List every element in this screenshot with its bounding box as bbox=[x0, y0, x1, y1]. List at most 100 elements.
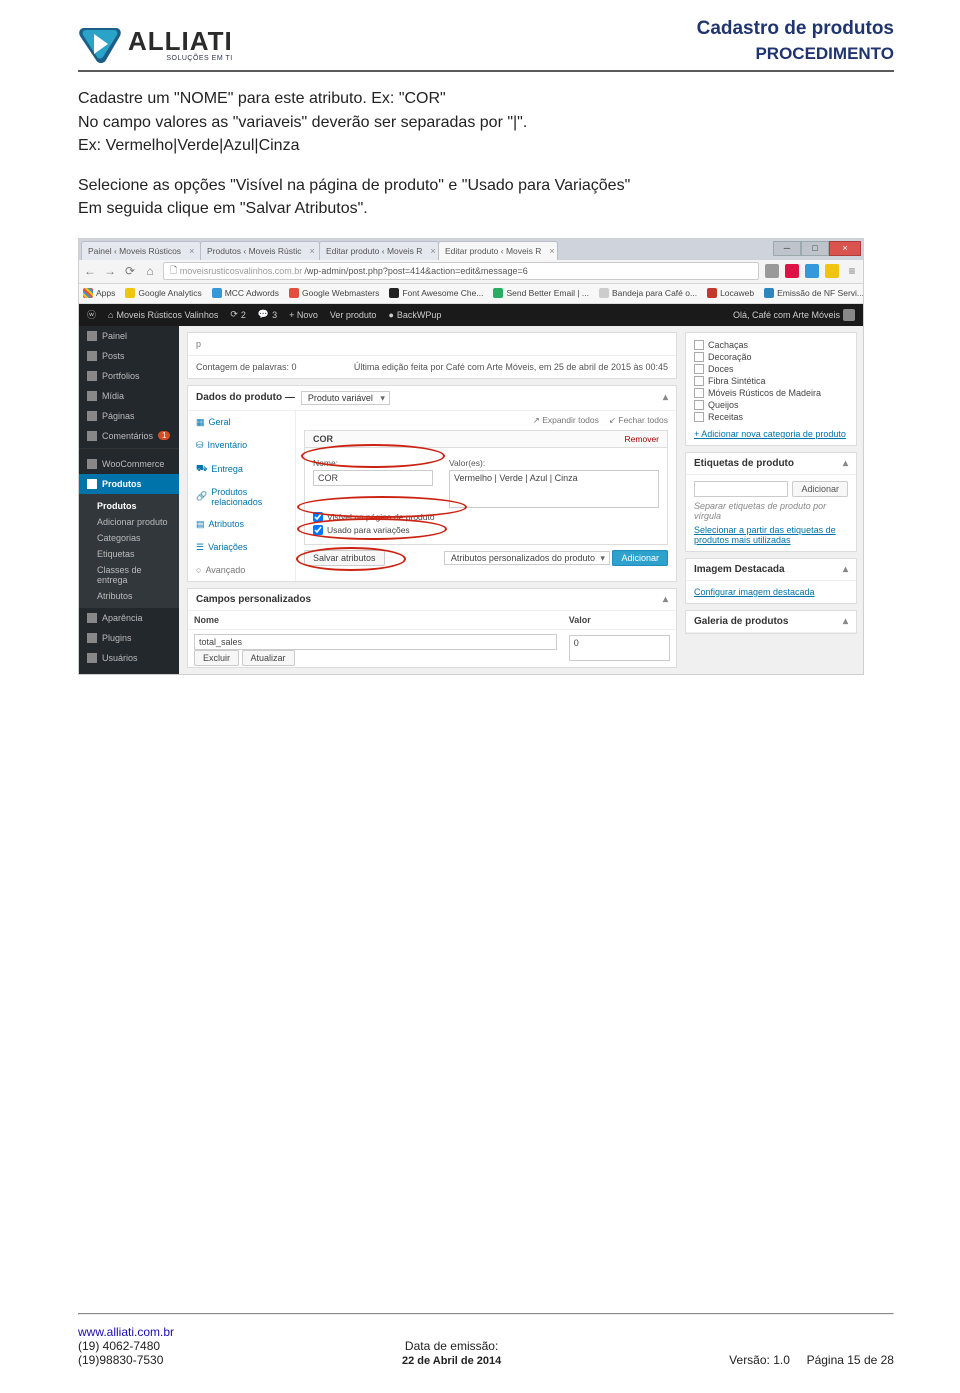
cat-item[interactable]: Receitas bbox=[694, 411, 848, 423]
cb-visible[interactable] bbox=[313, 512, 323, 522]
tab-entrega[interactable]: ⛟ Entrega bbox=[188, 457, 295, 481]
last-edit: Última edição feita por Café com Arte Mó… bbox=[354, 362, 668, 372]
star-icon[interactable] bbox=[825, 264, 839, 278]
window-minimize-icon[interactable]: ─ bbox=[773, 241, 801, 256]
add-attribute-button[interactable]: Adicionar bbox=[612, 550, 668, 566]
attr-values-input[interactable]: Vermelho | Verde | Azul | Cinza bbox=[449, 470, 659, 508]
sidebar-item-produtos[interactable]: Produtos bbox=[79, 474, 179, 494]
footer-site-link[interactable]: www.alliati.com.br bbox=[78, 1325, 174, 1339]
wp-site-link[interactable]: ⌂ Moveis Rústicos Valinhos bbox=[108, 310, 218, 320]
sidebar-sub-adicionar[interactable]: Adicionar produto bbox=[79, 514, 179, 530]
featured-config-link[interactable]: Configurar imagem destacada bbox=[694, 587, 815, 597]
collapse-icon[interactable]: ▴ bbox=[843, 616, 848, 627]
sidebar-item-posts[interactable]: Posts bbox=[79, 346, 179, 366]
bookmark[interactable]: Send Better Email | ... bbox=[493, 288, 589, 298]
reload-icon[interactable]: ⟳ bbox=[123, 264, 137, 278]
collapse-icon[interactable]: ▴ bbox=[843, 458, 848, 469]
tab-variacoes[interactable]: ☰ Variações bbox=[188, 536, 295, 559]
attr-type-select[interactable]: Atributos personalizados do produto bbox=[444, 551, 610, 565]
bookmark[interactable]: Font Awesome Che... bbox=[389, 288, 483, 298]
sidebar-item-aparencia[interactable]: Aparência bbox=[79, 608, 179, 628]
bookmark[interactable]: Bandeja para Café o... bbox=[599, 288, 697, 298]
tab-produtos-rel[interactable]: 🔗 Produtos relacionados bbox=[188, 481, 295, 513]
product-type-select[interactable]: Produto variável bbox=[301, 391, 390, 405]
cat-item[interactable]: Cachaças bbox=[694, 339, 848, 351]
sidebar-item-painel[interactable]: Painel bbox=[79, 326, 179, 346]
sidebar-item-comentarios[interactable]: Comentários 1 bbox=[79, 426, 179, 446]
bookmark[interactable]: Google Analytics bbox=[125, 288, 201, 298]
forward-icon[interactable]: → bbox=[103, 264, 117, 278]
extension-icon[interactable] bbox=[785, 264, 799, 278]
sidebar-sub-atributos[interactable]: Atributos bbox=[79, 588, 179, 604]
apps-button[interactable]: Apps bbox=[83, 288, 115, 298]
sidebar-sub-etiquetas[interactable]: Etiquetas bbox=[79, 546, 179, 562]
back-icon[interactable]: ← bbox=[83, 264, 97, 278]
collapse-icon[interactable]: ▴ bbox=[663, 594, 668, 605]
menu-icon[interactable]: ≡ bbox=[845, 264, 859, 278]
wp-backwpup[interactable]: ● BackWPup bbox=[388, 310, 441, 320]
browser-tab[interactable]: Produtos ‹ Moveis Rústic× bbox=[200, 241, 320, 260]
close-icon[interactable]: × bbox=[549, 246, 554, 256]
bookmark[interactable]: Locaweb bbox=[707, 288, 754, 298]
footer-date: 22 de Abril de 2014 bbox=[402, 1355, 501, 1367]
cf-value-input[interactable]: 0 bbox=[569, 635, 670, 661]
wp-comments[interactable]: 💬 3 bbox=[258, 309, 277, 320]
tab-inventario[interactable]: ⛁ Inventário bbox=[188, 434, 295, 457]
tags-input[interactable] bbox=[694, 481, 788, 497]
add-category-link[interactable]: + Adicionar nova categoria de produto bbox=[694, 429, 848, 439]
cat-item[interactable]: Fibra Sintética bbox=[694, 375, 848, 387]
bookmark[interactable]: Emissão de NF Servi... bbox=[764, 288, 863, 298]
bookmark[interactable]: MCC Adwords bbox=[212, 288, 279, 298]
cb-variations[interactable] bbox=[313, 525, 323, 535]
save-attributes-button[interactable]: Salvar atributos bbox=[304, 550, 385, 566]
tab-atributos[interactable]: ▤ Atributos bbox=[188, 513, 295, 536]
sidebar-item-woocommerce[interactable]: WooCommerce bbox=[79, 454, 179, 474]
collapse-icon[interactable]: ▴ bbox=[663, 392, 668, 403]
close-icon[interactable]: × bbox=[309, 246, 314, 256]
wp-view-product[interactable]: Ver produto bbox=[330, 310, 377, 320]
extension-icon[interactable] bbox=[805, 264, 819, 278]
close-icon[interactable]: × bbox=[430, 246, 435, 256]
sidebar-item-portfolios[interactable]: Portfolios bbox=[79, 366, 179, 386]
attr-name-input[interactable]: COR bbox=[313, 470, 433, 486]
tags-add-button[interactable]: Adicionar bbox=[792, 481, 848, 497]
collapse-icon[interactable]: ▴ bbox=[843, 564, 848, 575]
cat-item[interactable]: Móveis Rústicos de Madeira bbox=[694, 387, 848, 399]
wp-user-menu[interactable]: Olá, Café com Arte Móveis bbox=[733, 309, 855, 321]
sidebar-sub-produtos[interactable]: Produtos bbox=[79, 498, 179, 514]
window-close-icon[interactable]: × bbox=[829, 241, 861, 256]
extension-icon[interactable] bbox=[765, 264, 779, 278]
cat-item[interactable]: Decoração bbox=[694, 351, 848, 363]
wp-updates[interactable]: ⟳ 2 bbox=[230, 309, 246, 320]
tab-avancado[interactable]: ○ Avançado bbox=[188, 559, 295, 581]
sidebar-sub-categorias[interactable]: Categorias bbox=[79, 530, 179, 546]
sidebar-item-plugins[interactable]: Plugins bbox=[79, 628, 179, 648]
close-all[interactable]: ↙ Fechar todos bbox=[609, 415, 668, 426]
browser-tab[interactable]: Editar produto ‹ Moveis R× bbox=[319, 241, 439, 260]
cat-item[interactable]: Doces bbox=[694, 363, 848, 375]
sidebar-item-paginas[interactable]: Páginas bbox=[79, 406, 179, 426]
address-bar[interactable]: 🗋 moveisrusticosvalinhos.com.br/wp-admin… bbox=[163, 262, 759, 280]
attribute-remove[interactable]: Remover bbox=[625, 434, 659, 444]
browser-tab-active[interactable]: Editar produto ‹ Moveis R× bbox=[438, 241, 558, 260]
expand-all[interactable]: ↗ Expandir todos bbox=[533, 415, 599, 426]
wp-logo-icon[interactable]: ⓦ bbox=[87, 308, 96, 321]
cf-name-input[interactable]: total_sales bbox=[194, 634, 557, 650]
bookmark[interactable]: Google Webmasters bbox=[289, 288, 379, 298]
cf-delete[interactable]: Excluir bbox=[194, 650, 239, 666]
window-maximize-icon[interactable]: □ bbox=[801, 241, 829, 256]
home-icon[interactable]: ⌂ bbox=[143, 264, 157, 278]
sidebar-item-midia[interactable]: Mídia bbox=[79, 386, 179, 406]
tab-geral[interactable]: ▦ Geral bbox=[188, 411, 295, 434]
close-icon[interactable]: × bbox=[189, 246, 194, 256]
sidebar-sub-classes[interactable]: Classes de entrega bbox=[79, 562, 179, 588]
para-3: Ex: Vermelho|Verde|Azul|Cinza bbox=[78, 135, 894, 157]
cat-item[interactable]: Queijos bbox=[694, 399, 848, 411]
portfolio-icon bbox=[87, 371, 97, 381]
cf-update[interactable]: Atualizar bbox=[242, 650, 295, 666]
browser-tab[interactable]: Painel ‹ Moveis Rústicos× bbox=[81, 241, 201, 260]
wp-new[interactable]: + Novo bbox=[289, 310, 318, 320]
tags-popular-link[interactable]: Selecionar a partir das etiquetas de pro… bbox=[694, 525, 848, 545]
sidebar-item-usuarios[interactable]: Usuários bbox=[79, 648, 179, 668]
footer-page: Página 15 de 28 bbox=[807, 1353, 894, 1367]
